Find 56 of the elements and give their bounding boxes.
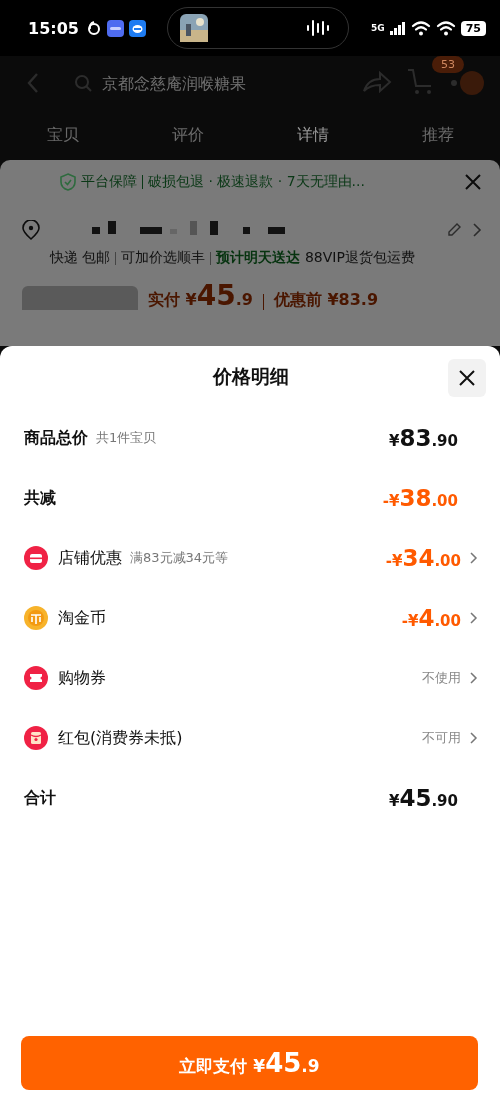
amount: ¥83.90 (388, 425, 458, 451)
original-price: 优惠前 ¥83.9 (273, 290, 379, 310)
row-label: 红包(消费券未抵) (58, 727, 183, 749)
row-label: 店铺优惠 (58, 547, 122, 569)
status-time: 15:05 (28, 18, 79, 38)
chevron-right-icon[interactable] (469, 611, 478, 625)
delivery-info: 快递 包邮 可加价选顺丰 预计明天送达 88VIP退货包运费 (50, 248, 416, 267)
tab[interactable]: 推荐 (375, 110, 500, 160)
chevron-right-icon[interactable] (469, 731, 478, 745)
cart-badge: 53 (432, 56, 464, 73)
paid-price: 实付 ¥45.9 (148, 286, 253, 310)
row-note: 共1件宝贝 (96, 429, 157, 447)
network-label: 5G (371, 23, 385, 33)
tab[interactable]: 评价 (125, 110, 250, 160)
envelope-icon (24, 726, 48, 750)
sheet-title: 价格明细 (213, 364, 289, 389)
row-label: 共减 (24, 487, 56, 509)
amount: -¥4.00 (401, 605, 461, 631)
status-text: 不使用 (422, 669, 461, 687)
status-text: 不可用 (422, 729, 461, 747)
row-label: 商品总价 (24, 427, 88, 449)
app-swirl-icon (85, 20, 102, 36)
battery-indicator: 75 (460, 20, 486, 36)
notification-dot (460, 71, 484, 95)
close-button[interactable] (448, 359, 486, 397)
shop-icon (24, 546, 48, 570)
app-icon (106, 19, 124, 37)
chevron-right-icon[interactable] (472, 222, 482, 238)
edit-icon[interactable] (446, 222, 462, 238)
chevron-right-icon[interactable] (469, 671, 478, 685)
row-label: 淘金币 (58, 607, 106, 629)
row-label: 购物券 (58, 667, 106, 689)
shield-icon (60, 173, 76, 191)
app-icon (128, 19, 146, 37)
close-icon[interactable] (464, 173, 482, 191)
close-icon (458, 369, 476, 387)
amount: -¥34.00 (385, 545, 461, 571)
amount: ¥45.90 (388, 785, 458, 811)
row-note: 满83元减34元等 (130, 549, 229, 567)
amount: -¥38.00 (382, 485, 458, 511)
tab[interactable]: 详情 (250, 110, 375, 160)
chevron-right-icon[interactable] (469, 551, 478, 565)
search-field[interactable]: 京都念慈庵润喉糖果 (74, 72, 348, 94)
audio-wave-icon (305, 19, 330, 37)
row-label: 合计 (24, 787, 56, 809)
pay-button[interactable]: 立即支付 ¥45.9 (21, 1036, 478, 1090)
guarantee-label: 平台保障 (81, 173, 137, 191)
location-pin-icon (22, 220, 40, 240)
search-icon (74, 74, 92, 92)
coin-icon (24, 606, 48, 630)
guarantee-detail: 破损包退 · 极速退款 · 7天无理由... (148, 173, 365, 191)
wifi-icon (410, 20, 431, 36)
tab[interactable]: 宝贝 (0, 110, 125, 160)
wifi-icon (435, 20, 456, 36)
signal-icon (389, 21, 406, 35)
ticket-icon (24, 666, 48, 690)
